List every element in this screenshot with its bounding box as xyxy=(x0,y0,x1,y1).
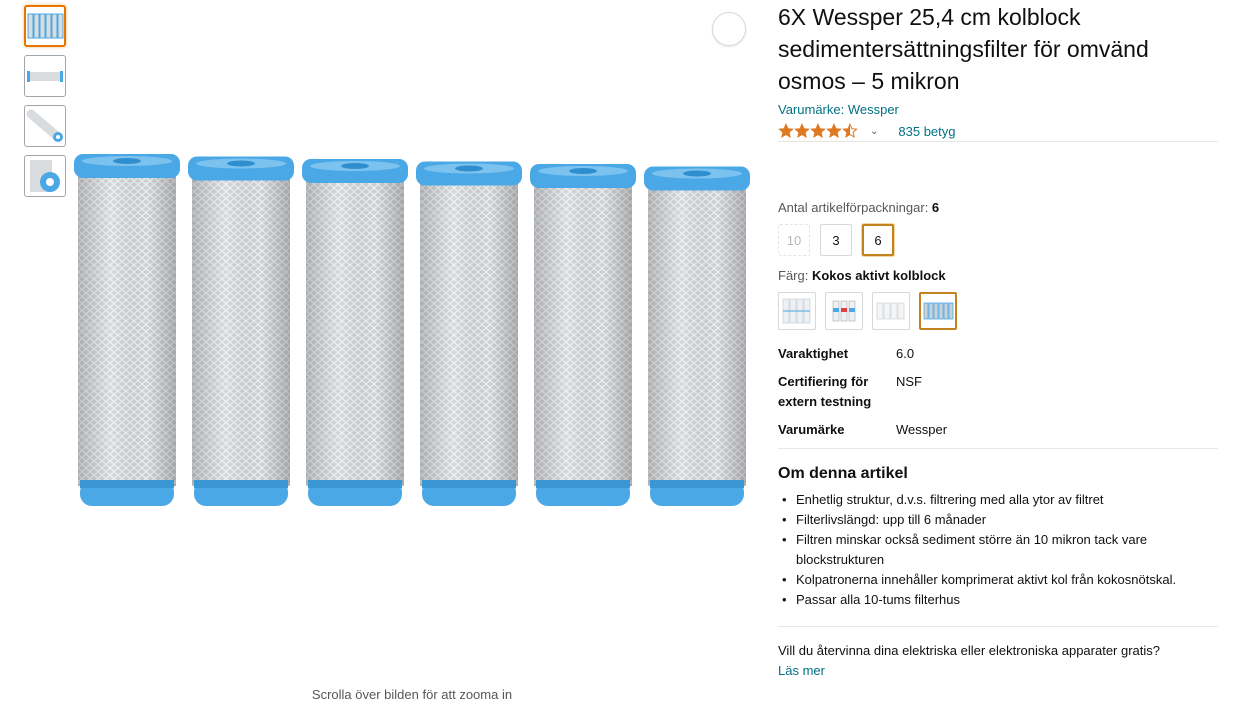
sediment-filters-swatch-icon xyxy=(876,302,905,320)
spec-key: Varumärke xyxy=(778,422,845,437)
bullet-item: Enhetlig struktur, d.v.s. filtrering med… xyxy=(778,490,1218,510)
star-icon xyxy=(842,123,858,138)
thumbnail-1[interactable] xyxy=(24,5,66,47)
spec-row: Varumärke Wessper xyxy=(778,420,1218,440)
swatch-white-filters[interactable] xyxy=(778,292,816,330)
star-icon xyxy=(826,123,842,138)
bullet-item: Kolpatronerna innehåller komprimerat akt… xyxy=(778,570,1218,590)
pack-variation-label: Antal artikelförpackningar: 6 xyxy=(778,200,1218,215)
pack-option-10[interactable]: 10 xyxy=(778,224,810,256)
spec-value: NSF xyxy=(896,374,922,389)
divider xyxy=(778,448,1218,449)
filter-cartridge xyxy=(302,159,408,506)
color-label-text: Färg: xyxy=(778,268,812,283)
rating-count-link[interactable]: 835 betyg xyxy=(898,124,955,139)
star-icon xyxy=(778,123,794,138)
chevron-down-icon[interactable]: ⌄ xyxy=(870,126,878,137)
spec-key: Varaktighet xyxy=(778,346,849,361)
brand-link[interactable]: Varumärke: Wessper xyxy=(778,101,1218,118)
pack-option-3[interactable]: 3 xyxy=(820,224,852,256)
filter-cartridge xyxy=(530,164,636,506)
divider xyxy=(778,626,1218,627)
carbon-block-filters-swatch-icon xyxy=(923,302,954,320)
white-filters-swatch-icon xyxy=(782,298,811,324)
thumbnail-2[interactable] xyxy=(24,55,66,97)
star-icon xyxy=(794,123,810,138)
spec-key: Certifiering för extern testning xyxy=(778,374,872,409)
recycle-text: Vill du återvinna dina elektriska eller … xyxy=(778,643,1161,658)
filter-cartridge xyxy=(74,154,180,506)
divider xyxy=(778,141,1218,142)
pack-options: 10 3 6 xyxy=(778,224,1218,256)
spec-value: 6.0 xyxy=(896,346,915,361)
share-button[interactable] xyxy=(712,12,746,46)
recycle-read-more-link[interactable]: Läs mer xyxy=(778,661,1218,681)
pack-label-text: Antal artikelförpackningar: xyxy=(778,200,932,215)
bullet-item: Filtren minskar också sediment större än… xyxy=(778,530,1218,570)
star-icon xyxy=(810,123,826,138)
bullet-item: Filterlivslängd: upp till 6 månader xyxy=(778,510,1218,530)
product-title: 6X Wessper 25,4 cm kolblock sedimentersä… xyxy=(778,4,1149,94)
about-title: Om denna artikel xyxy=(778,465,908,482)
product-info: 6X Wessper 25,4 cm kolblock sedimentersä… xyxy=(778,0,1218,681)
main-product-image[interactable] xyxy=(66,146,766,536)
thumbnail-3[interactable] xyxy=(24,105,66,147)
filter-row-thumbnail-icon xyxy=(27,13,64,39)
swatch-three-filters[interactable] xyxy=(825,292,863,330)
filter-closeup-thumbnail-icon xyxy=(30,160,60,192)
zoom-hint: Scrolla över bilden för att zooma in xyxy=(311,687,513,702)
spec-value: Wessper xyxy=(896,422,948,437)
six-filter-cartridges-image xyxy=(74,154,750,506)
spec-table: Varaktighet 6.0 Certifiering för extern … xyxy=(778,344,1218,440)
filter-cartridge xyxy=(188,156,294,506)
swatch-carbon-block-filters[interactable] xyxy=(919,292,957,330)
thumbnail-4[interactable] xyxy=(24,155,66,197)
pack-option-6[interactable]: 6 xyxy=(862,224,894,256)
swatch-sediment-filters[interactable] xyxy=(872,292,910,330)
rating-row: ⌄ 835 betyg xyxy=(778,121,1218,141)
filter-cartridge xyxy=(416,161,522,506)
about-bullets: Enhetlig struktur, d.v.s. filtrering med… xyxy=(778,490,1218,610)
color-variation-label: Färg: Kokos aktivt kolblock xyxy=(778,268,1218,283)
filter-cartridge xyxy=(644,166,750,506)
pack-selected-value: 6 xyxy=(931,200,940,215)
color-swatches xyxy=(778,292,1218,330)
spec-row: Varaktighet 6.0 xyxy=(778,344,1218,364)
bullet-item: Passar alla 10-tums filterhus xyxy=(778,590,1218,610)
thumbnail-list xyxy=(24,5,66,205)
filter-side-thumbnail-icon xyxy=(27,71,63,82)
color-selected-value: Kokos aktivt kolblock xyxy=(811,268,946,283)
filter-diagonal-thumbnail-icon xyxy=(26,109,63,142)
pack-variation: Antal artikelförpackningar: 6 10 3 6 xyxy=(778,200,1218,256)
star-rating[interactable] xyxy=(778,123,858,139)
color-variation: Färg: Kokos aktivt kolblock xyxy=(778,268,1218,330)
spec-row: Certifiering för extern testning NSF xyxy=(778,372,1218,412)
three-filters-swatch-icon xyxy=(832,300,856,322)
